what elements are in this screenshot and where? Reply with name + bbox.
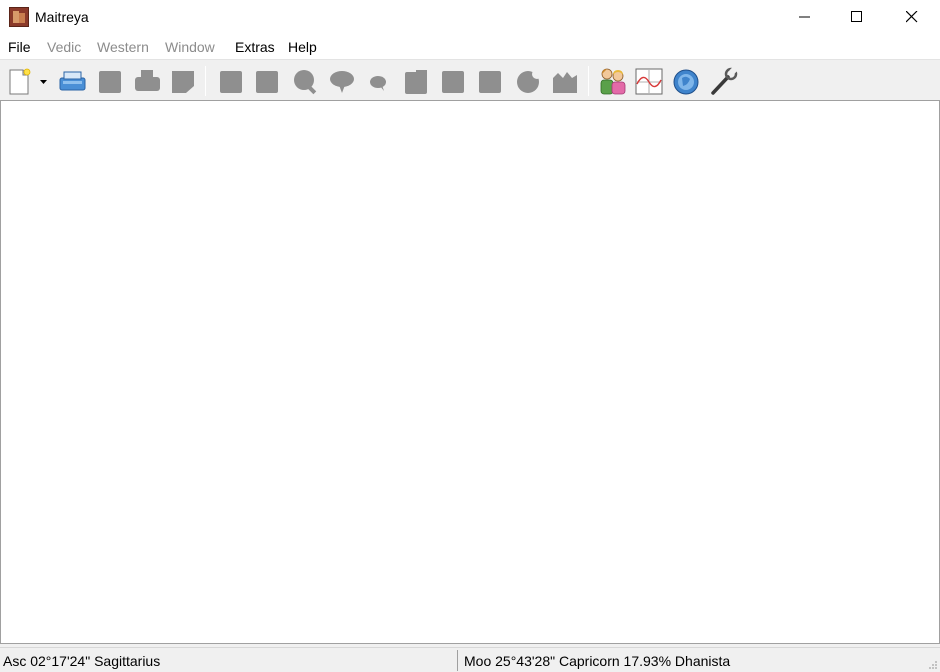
graph-button[interactable]	[634, 66, 664, 96]
open-icon	[59, 71, 86, 91]
configuration-wrench-icon	[711, 66, 738, 95]
building-button[interactable]	[550, 66, 580, 96]
table-icon	[405, 70, 427, 94]
app-logo-icon	[9, 7, 29, 27]
open-button[interactable]	[57, 66, 87, 96]
dropdown-arrow-icon	[40, 80, 47, 84]
close-button[interactable]	[889, 0, 935, 34]
search-button[interactable]	[290, 66, 320, 96]
menu-extras[interactable]: Extras	[235, 39, 275, 55]
grid-icon	[442, 71, 464, 93]
graph-icon	[635, 68, 663, 95]
new-dropdown-button[interactable]	[36, 66, 52, 96]
chart-2-button[interactable]	[252, 66, 282, 96]
building-icon	[553, 72, 577, 93]
print-icon	[135, 70, 160, 91]
new-document-button[interactable]	[5, 66, 35, 96]
partner-chart-button[interactable]	[597, 66, 627, 96]
window-title: Maitreya	[35, 9, 89, 25]
menu-window[interactable]: Window	[165, 39, 215, 55]
chart-button[interactable]	[216, 66, 246, 96]
new-document-icon	[9, 68, 31, 95]
maximize-icon	[851, 11, 862, 22]
maximize-button[interactable]	[834, 0, 880, 34]
table-button[interactable]	[401, 66, 431, 96]
chart-2-icon	[256, 71, 278, 93]
globe-icon	[673, 69, 699, 95]
save-icon	[99, 71, 121, 93]
menu-bar: File Vedic Western Window Extras Help	[0, 34, 940, 60]
toolbar-separator-2	[588, 66, 589, 96]
print-button[interactable]	[132, 66, 162, 96]
toolbar-separator	[205, 66, 206, 96]
search-icon	[294, 70, 317, 95]
save-as-button[interactable]	[168, 66, 198, 96]
app-window: Maitreya File Vedic Western Window Extra…	[0, 0, 940, 672]
small-chat-icon	[370, 76, 386, 91]
configuration-button[interactable]	[708, 66, 738, 96]
moon-button[interactable]	[513, 66, 543, 96]
status-moon: Moo 25°43'28" Capricorn 17.93% Dhanista	[464, 653, 731, 669]
grid-2-button[interactable]	[475, 66, 505, 96]
title-bar: Maitreya	[0, 0, 940, 34]
grid-button[interactable]	[438, 66, 468, 96]
small-chat-button[interactable]	[364, 66, 394, 96]
partner-chart-icon	[600, 68, 626, 95]
status-ascendant: Asc 02°17'24" Sagittarius	[3, 653, 161, 669]
moon-icon	[517, 69, 542, 93]
chat-icon	[330, 71, 354, 93]
chat-button[interactable]	[327, 66, 357, 96]
resize-grip-icon[interactable]	[928, 660, 938, 670]
save-button[interactable]	[95, 66, 125, 96]
menu-vedic[interactable]: Vedic	[47, 39, 81, 55]
chart-icon	[220, 71, 242, 93]
save-as-icon	[172, 71, 194, 93]
main-content-area[interactable]	[0, 100, 940, 644]
toolbar	[0, 61, 940, 99]
menu-file[interactable]: File	[8, 39, 31, 55]
status-bar: Asc 02°17'24" Sagittarius Moo 25°43'28" …	[0, 647, 940, 672]
close-icon	[906, 11, 918, 23]
minimize-button[interactable]	[782, 0, 828, 34]
menu-western[interactable]: Western	[97, 39, 149, 55]
globe-button[interactable]	[671, 66, 701, 96]
grid-2-icon	[479, 71, 501, 93]
menu-help[interactable]: Help	[288, 39, 317, 55]
status-divider	[457, 650, 458, 671]
minimize-icon	[799, 16, 810, 18]
